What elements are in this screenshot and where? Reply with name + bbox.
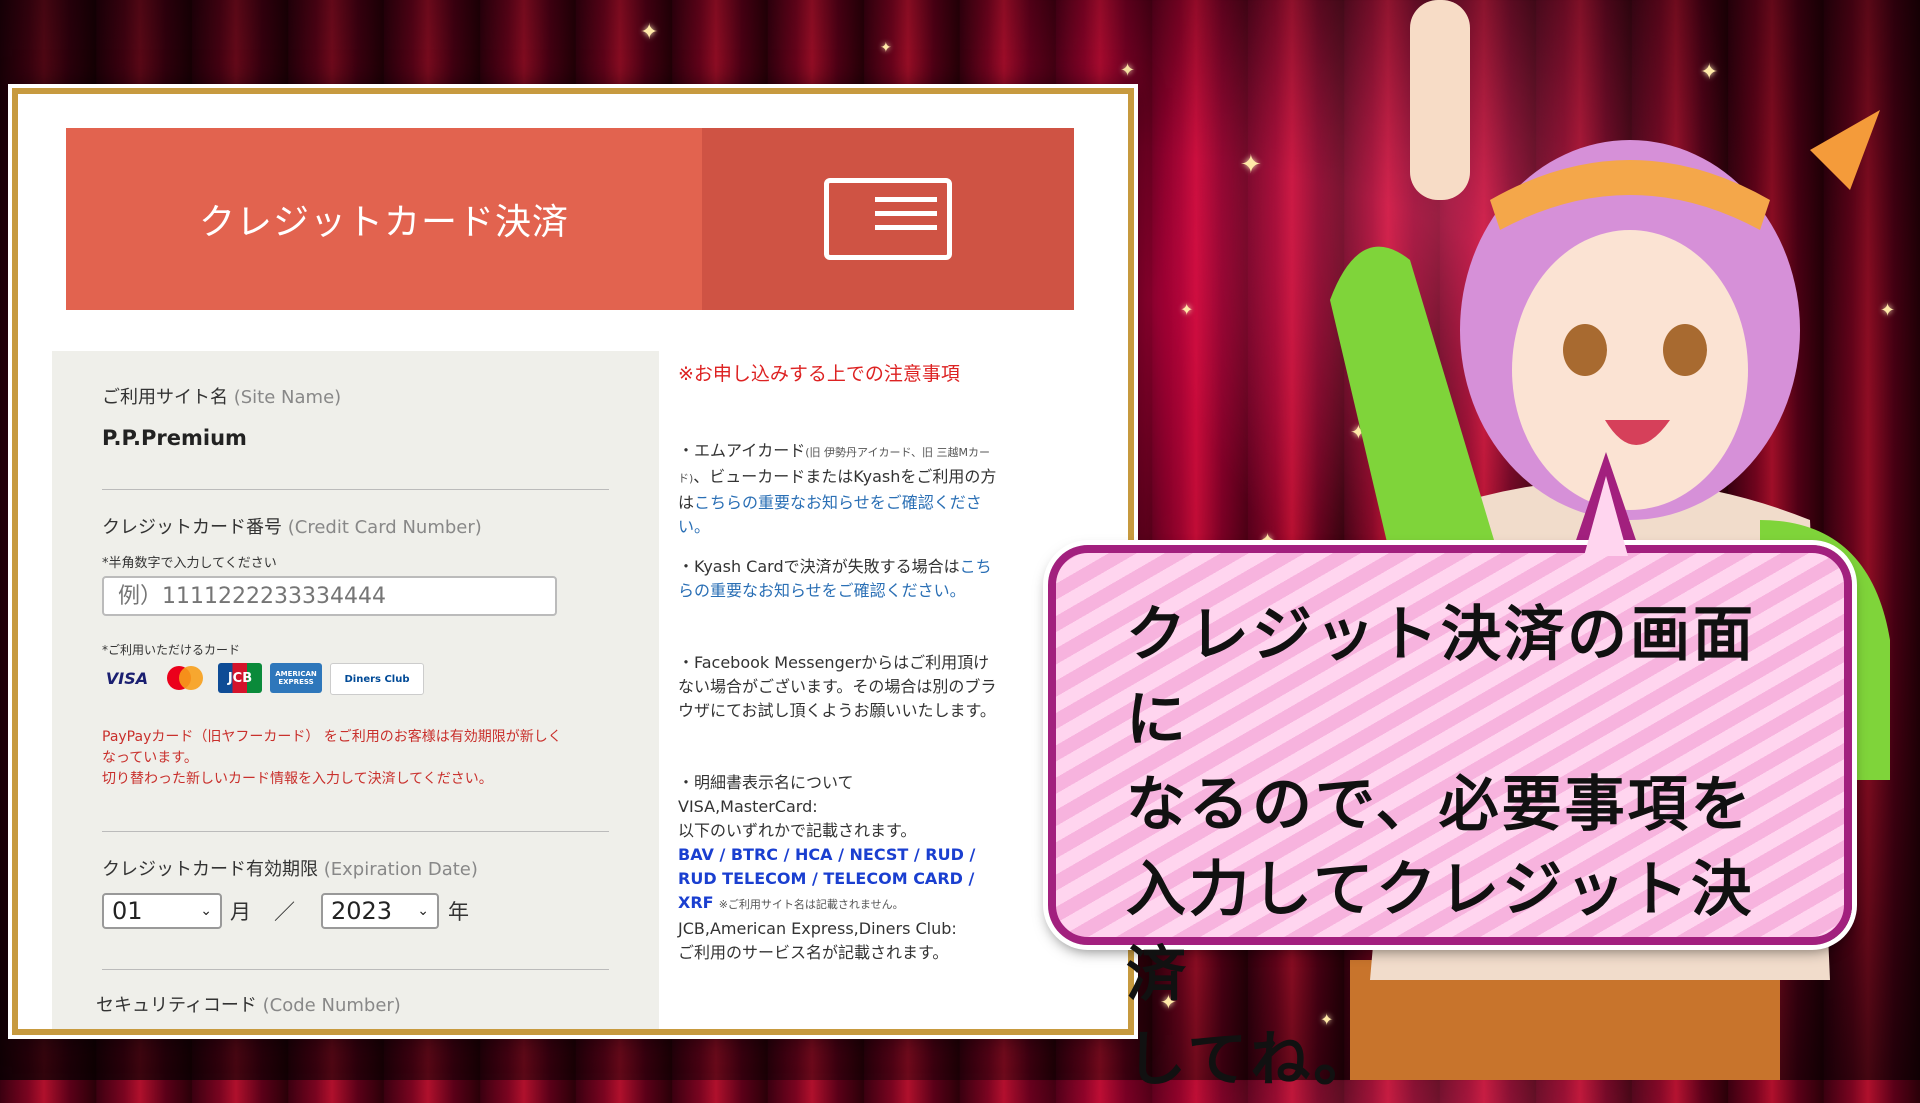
payment-form: ご利用サイト名 (Site Name) P.P.Premium クレジットカード…	[52, 351, 659, 1029]
speech-bubble-text: クレジット決済の画面に なるので、必要事項を 入力してクレジット決済 してね。	[1126, 600, 1756, 1095]
notes-panel: ※お申し込みする上での注意事項 ・エムアイカード(旧 伊勢丹アイカード、旧 三越…	[678, 359, 1008, 962]
note-statement-name: ・明細書表示名について VISA,MasterCard: 以下のいずれかで記載さ…	[678, 773, 976, 962]
visa-logo: VISA	[105, 668, 149, 688]
divider	[102, 831, 609, 832]
speech-bubble: クレジット決済の画面に なるので、必要事項を 入力してクレジット決済 してね。	[1048, 545, 1852, 1095]
divider	[102, 969, 609, 970]
card-number-input[interactable]	[102, 576, 557, 616]
expiry-year-select[interactable]: 2023 ⌄	[321, 893, 439, 929]
banner-title-area: クレジットカード決済	[66, 128, 702, 310]
date-separator: ／	[274, 900, 295, 924]
site-name-value: P.P.Premium	[102, 426, 247, 450]
note-messenger: ・Facebook Messengerからはご利用頂けない場合がございます。その…	[678, 653, 997, 720]
payment-page-screenshot: クレジットカード決済 ご利用サイト名 (Site Name) P.P.Premi…	[12, 88, 1134, 1035]
mi-card-notice-link[interactable]: こちらの重要なお知らせをご確認ください。	[678, 493, 982, 536]
speech-bubble-tail-fill	[1584, 476, 1628, 556]
month-unit: 月	[230, 900, 251, 924]
chevron-down-icon: ⌄	[200, 903, 212, 919]
card-brands: VISA JCB AMERICAN EXPRESS Diners Club	[102, 663, 424, 695]
year-unit: 年	[448, 900, 469, 924]
notes-heading: ※お申し込みする上での注意事項	[678, 363, 960, 385]
note-mi-card: ・エムアイカード(旧 伊勢丹アイカード、旧 三越Mカード)、ビューカードまたはK…	[678, 441, 997, 536]
amex-logo: AMERICAN EXPRESS	[270, 663, 322, 693]
credit-card-icon	[824, 178, 952, 260]
note-kyash: ・Kyash Cardで決済が失敗する場合はこちらの重要なお知らせをご確認くださ…	[678, 557, 992, 600]
expiry-month-select[interactable]: 01 ⌄	[102, 893, 222, 929]
page-title: クレジットカード決済	[198, 202, 569, 243]
card-number-label: クレジットカード番号 (Credit Card Number)	[102, 517, 482, 538]
mastercard-logo	[160, 663, 210, 693]
chevron-down-icon: ⌄	[417, 903, 429, 919]
brands-label: *ご利用いただけるカード	[102, 643, 241, 657]
security-code-label: セキュリティコード (Code Number)	[96, 995, 401, 1016]
card-number-hint: *半角数字で入力してください	[102, 556, 277, 571]
jcb-logo: JCB	[218, 663, 262, 693]
payment-banner: クレジットカード決済	[66, 128, 1074, 310]
diners-logo: Diners Club	[330, 663, 424, 695]
divider	[102, 489, 609, 490]
expiry-label: クレジットカード有効期限 (Expiration Date)	[102, 859, 478, 880]
banner-icon-area	[702, 128, 1074, 310]
site-name-label: ご利用サイト名 (Site Name)	[102, 387, 342, 408]
paypay-warning: PayPayカード（旧ヤフーカード） をご利用のお客様は有効期限が新しく なって…	[102, 729, 562, 787]
